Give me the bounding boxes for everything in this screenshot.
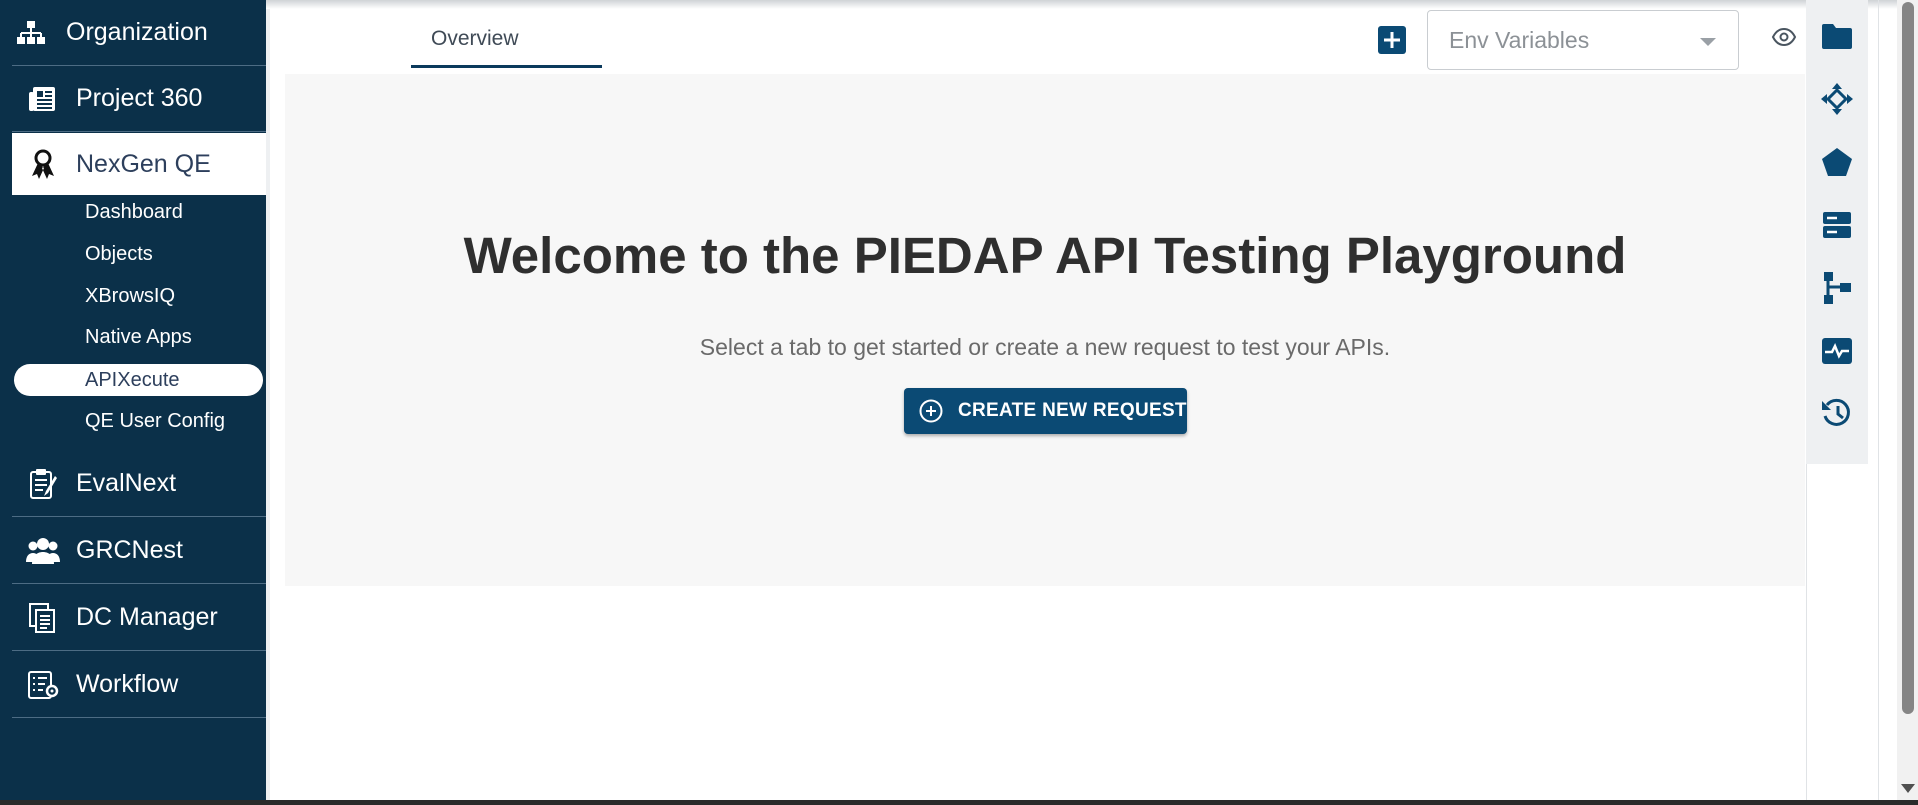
welcome-panel: Welcome to the PIEDAP API Testing Playgr…: [285, 74, 1805, 586]
subnav-qe-user-config[interactable]: QE User Config: [85, 407, 225, 435]
hierarchy-icon[interactable]: [1820, 271, 1854, 305]
sidebar-item-grcnest[interactable]: GRCNest: [12, 518, 266, 584]
chevron-down-icon: [1700, 38, 1716, 46]
plus-circle-icon: [919, 399, 943, 423]
sidebar-item-organization[interactable]: Organization: [12, 0, 266, 66]
activity-icon[interactable]: [1820, 334, 1854, 368]
create-button-label: CREATE NEW REQUEST: [958, 400, 1187, 421]
subnav-objects[interactable]: Objects: [85, 240, 153, 268]
history-icon[interactable]: [1820, 396, 1854, 430]
plus-icon: [1384, 32, 1400, 48]
welcome-title: Welcome to the PIEDAP API Testing Playgr…: [463, 227, 1627, 284]
create-new-request-button[interactable]: CREATE NEW REQUEST: [904, 388, 1187, 434]
top-shadow: [266, 0, 1918, 9]
welcome-subtitle: Select a tab to get started or create a …: [699, 334, 1391, 360]
subnav-xbrowsiq[interactable]: XBrowsIQ: [85, 282, 175, 310]
sidebar-item-workflow[interactable]: Workflow: [12, 652, 266, 718]
subnav-dashboard[interactable]: Dashboard: [85, 198, 183, 226]
sidebar-item-label: EvalNext: [76, 469, 177, 497]
subnav-apixecute[interactable]: APIXecute: [14, 364, 263, 396]
sidebar-item-label: GRCNest: [76, 536, 183, 564]
env-variables-select[interactable]: Env Variables: [1427, 10, 1739, 70]
sidebar-item-dc-manager[interactable]: DC Manager: [12, 585, 266, 651]
divider: [1806, 464, 1807, 805]
sidebar-item-label: Project 360: [76, 84, 203, 112]
sidebar-item-evalnext[interactable]: EvalNext: [12, 451, 266, 517]
move-icon[interactable]: [1820, 82, 1854, 116]
subnav-native-apps[interactable]: Native Apps: [85, 323, 192, 351]
folder-icon[interactable]: [1820, 19, 1854, 53]
sidebar-item-project-360[interactable]: Project 360: [12, 66, 266, 132]
main-border: [266, 0, 270, 805]
sidebar: Organization Project 360 NexGen QE Dashb…: [0, 0, 266, 805]
users-icon: [26, 534, 60, 568]
subnav-label: APIXecute: [85, 369, 180, 391]
sidebar-item-label: Organization: [66, 18, 208, 46]
bottom-border: [0, 800, 1918, 805]
documents-icon: [26, 601, 60, 635]
sidebar-item-label: DC Manager: [76, 603, 218, 631]
clipboard-icon: [26, 467, 60, 501]
list-settings-icon: [26, 668, 60, 702]
add-tab-button[interactable]: [1378, 26, 1406, 54]
award-icon: [26, 147, 60, 181]
eye-icon[interactable]: [1771, 27, 1797, 47]
sidebar-item-label: Workflow: [76, 670, 179, 698]
newspaper-icon: [26, 82, 60, 116]
scroll-down-arrow[interactable]: [1901, 784, 1915, 793]
divider: [1878, 0, 1879, 805]
tab-overview[interactable]: Overview: [411, 22, 602, 68]
tab-label: Overview: [431, 27, 519, 50]
server-icon[interactable]: [1820, 208, 1854, 242]
env-select-placeholder: Env Variables: [1449, 27, 1590, 53]
sitemap-icon: [14, 16, 48, 50]
sidebar-item-label: NexGen QE: [76, 149, 211, 178]
sidebar-item-nexgen-qe[interactable]: NexGen QE: [12, 133, 266, 195]
scrollbar-thumb[interactable]: [1902, 2, 1914, 714]
pentagon-icon[interactable]: [1820, 145, 1854, 179]
